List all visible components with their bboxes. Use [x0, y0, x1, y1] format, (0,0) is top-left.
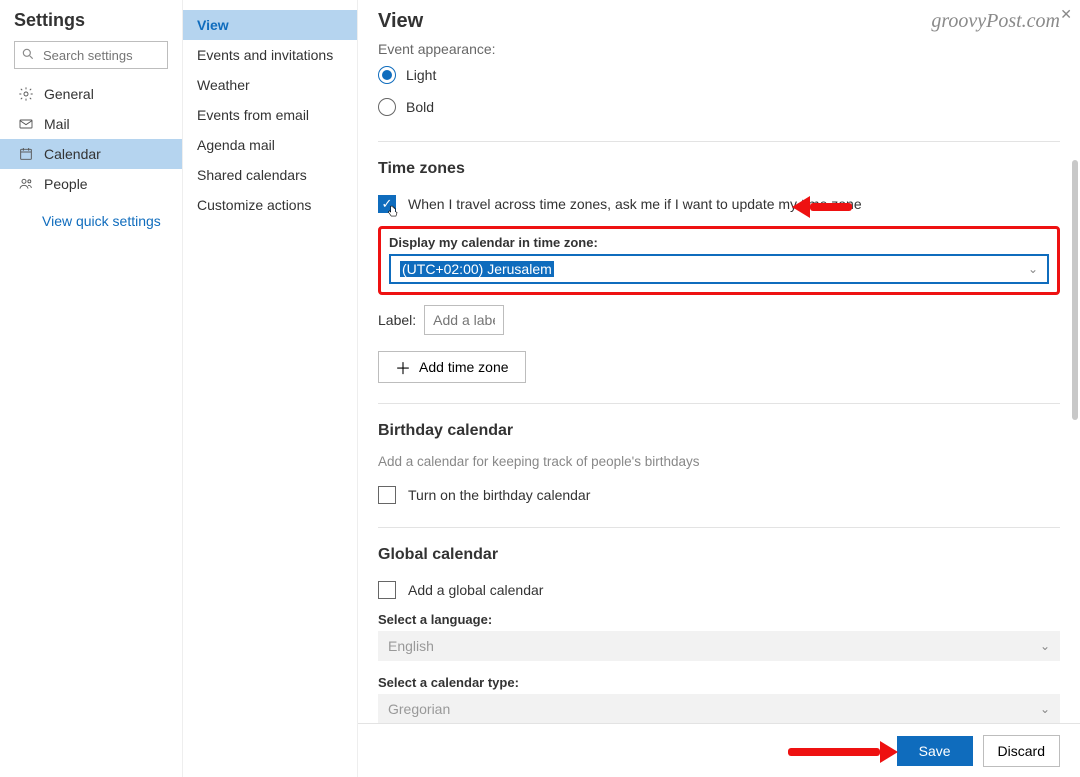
chevron-down-icon: ⌄ — [1040, 639, 1050, 653]
subnav-events-email[interactable]: Events from email — [183, 100, 357, 130]
travel-timezone-checkbox-row[interactable]: ✓ When I travel across time zones, ask m… — [378, 192, 1060, 216]
nav-label: General — [44, 86, 94, 102]
discard-button[interactable]: Discard — [983, 735, 1060, 767]
close-icon[interactable]: ✕ — [1060, 6, 1072, 23]
nav-label: Mail — [44, 116, 70, 132]
divider — [378, 141, 1060, 142]
save-button[interactable]: Save — [897, 736, 973, 766]
birthday-heading: Birthday calendar — [378, 422, 1060, 440]
view-quick-settings[interactable]: View quick settings — [0, 205, 182, 237]
nav-calendar[interactable]: Calendar — [0, 139, 182, 169]
people-icon — [18, 176, 34, 192]
global-checkbox[interactable] — [378, 581, 396, 599]
search-settings[interactable] — [14, 41, 168, 69]
nav-general[interactable]: General — [0, 79, 182, 109]
page-title: View — [378, 10, 423, 33]
language-label: Select a language: — [378, 612, 1060, 627]
add-timezone-button[interactable]: ＋ Add time zone — [378, 351, 526, 383]
settings-sidebar: Settings General Mail Calendar — [0, 0, 183, 777]
mail-icon — [18, 116, 34, 132]
nav-label: Calendar — [44, 146, 101, 162]
radio-bold-input[interactable] — [378, 98, 396, 116]
travel-timezone-label: When I travel across time zones, ask me … — [408, 196, 862, 212]
subnav-events-invitations[interactable]: Events and invitations — [183, 40, 357, 70]
calendar-icon — [18, 146, 34, 162]
annotation-arrow-2 — [788, 741, 898, 763]
birthday-checkbox-row[interactable]: Turn on the birthday calendar — [378, 483, 1060, 507]
timezone-value: (UTC+02:00) Jerusalem — [400, 261, 554, 277]
timezone-highlight-box: Display my calendar in time zone: (UTC+0… — [378, 226, 1060, 295]
subnav-shared-calendars[interactable]: Shared calendars — [183, 160, 357, 190]
content-scroll[interactable]: Event appearance: Light Bold Time zones … — [358, 37, 1080, 723]
scrollbar[interactable] — [1070, 40, 1080, 777]
subnav-agenda-mail[interactable]: Agenda mail — [183, 130, 357, 160]
timezone-label-row: Label: — [378, 305, 1060, 335]
divider — [378, 527, 1060, 528]
travel-timezone-checkbox[interactable]: ✓ — [378, 195, 396, 213]
subnav-weather[interactable]: Weather — [183, 70, 357, 100]
radio-light-label: Light — [406, 67, 436, 83]
radio-light[interactable]: Light — [378, 61, 1060, 89]
watermark: groovyPost.com — [931, 10, 1060, 33]
settings-window: Settings General Mail Calendar — [0, 0, 1080, 777]
divider — [378, 403, 1060, 404]
calendar-type-select: Gregorian ⌄ — [378, 694, 1060, 723]
chevron-down-icon: ⌄ — [1040, 702, 1050, 716]
display-timezone-label: Display my calendar in time zone: — [389, 235, 1049, 250]
label-text: Label: — [378, 312, 416, 328]
nav-label: People — [44, 176, 88, 192]
global-heading: Global calendar — [378, 546, 1060, 564]
settings-title: Settings — [14, 10, 182, 31]
birthday-checkbox-label: Turn on the birthday calendar — [408, 487, 590, 503]
radio-light-input[interactable] — [378, 66, 396, 84]
add-timezone-label: Add time zone — [419, 359, 509, 375]
chevron-down-icon: ⌄ — [1028, 262, 1038, 276]
nav-mail[interactable]: Mail — [0, 109, 182, 139]
subnav-view[interactable]: View — [183, 10, 357, 40]
global-checkbox-label: Add a global calendar — [408, 582, 543, 598]
nav-people[interactable]: People — [0, 169, 182, 199]
footer: Save Discard — [358, 723, 1080, 777]
subnav-customize-actions[interactable]: Customize actions — [183, 190, 357, 220]
global-checkbox-row[interactable]: Add a global calendar — [378, 578, 1060, 602]
scrollbar-thumb[interactable] — [1072, 160, 1078, 420]
radio-bold[interactable]: Bold — [378, 93, 1060, 121]
radio-bold-label: Bold — [406, 99, 434, 115]
search-icon — [21, 47, 35, 64]
settings-main: ✕ View groovyPost.com Event appearance: … — [358, 0, 1080, 777]
calendar-type-value: Gregorian — [388, 701, 450, 717]
calendar-type-label: Select a calendar type: — [378, 675, 1060, 690]
plus-icon: ＋ — [395, 355, 411, 379]
event-appearance-heading: Event appearance: — [378, 41, 1060, 57]
timezones-heading: Time zones — [378, 160, 1060, 178]
gear-icon — [18, 86, 34, 102]
timezone-label-input[interactable] — [424, 305, 504, 335]
language-value: English — [388, 638, 434, 654]
timezone-select[interactable]: (UTC+02:00) Jerusalem ⌄ — [389, 254, 1049, 284]
birthday-desc: Add a calendar for keeping track of peop… — [378, 454, 1060, 469]
birthday-checkbox[interactable] — [378, 486, 396, 504]
language-select: English ⌄ — [378, 631, 1060, 661]
search-input[interactable] — [41, 47, 161, 64]
calendar-subnav: View Events and invitations Weather Even… — [183, 0, 358, 777]
